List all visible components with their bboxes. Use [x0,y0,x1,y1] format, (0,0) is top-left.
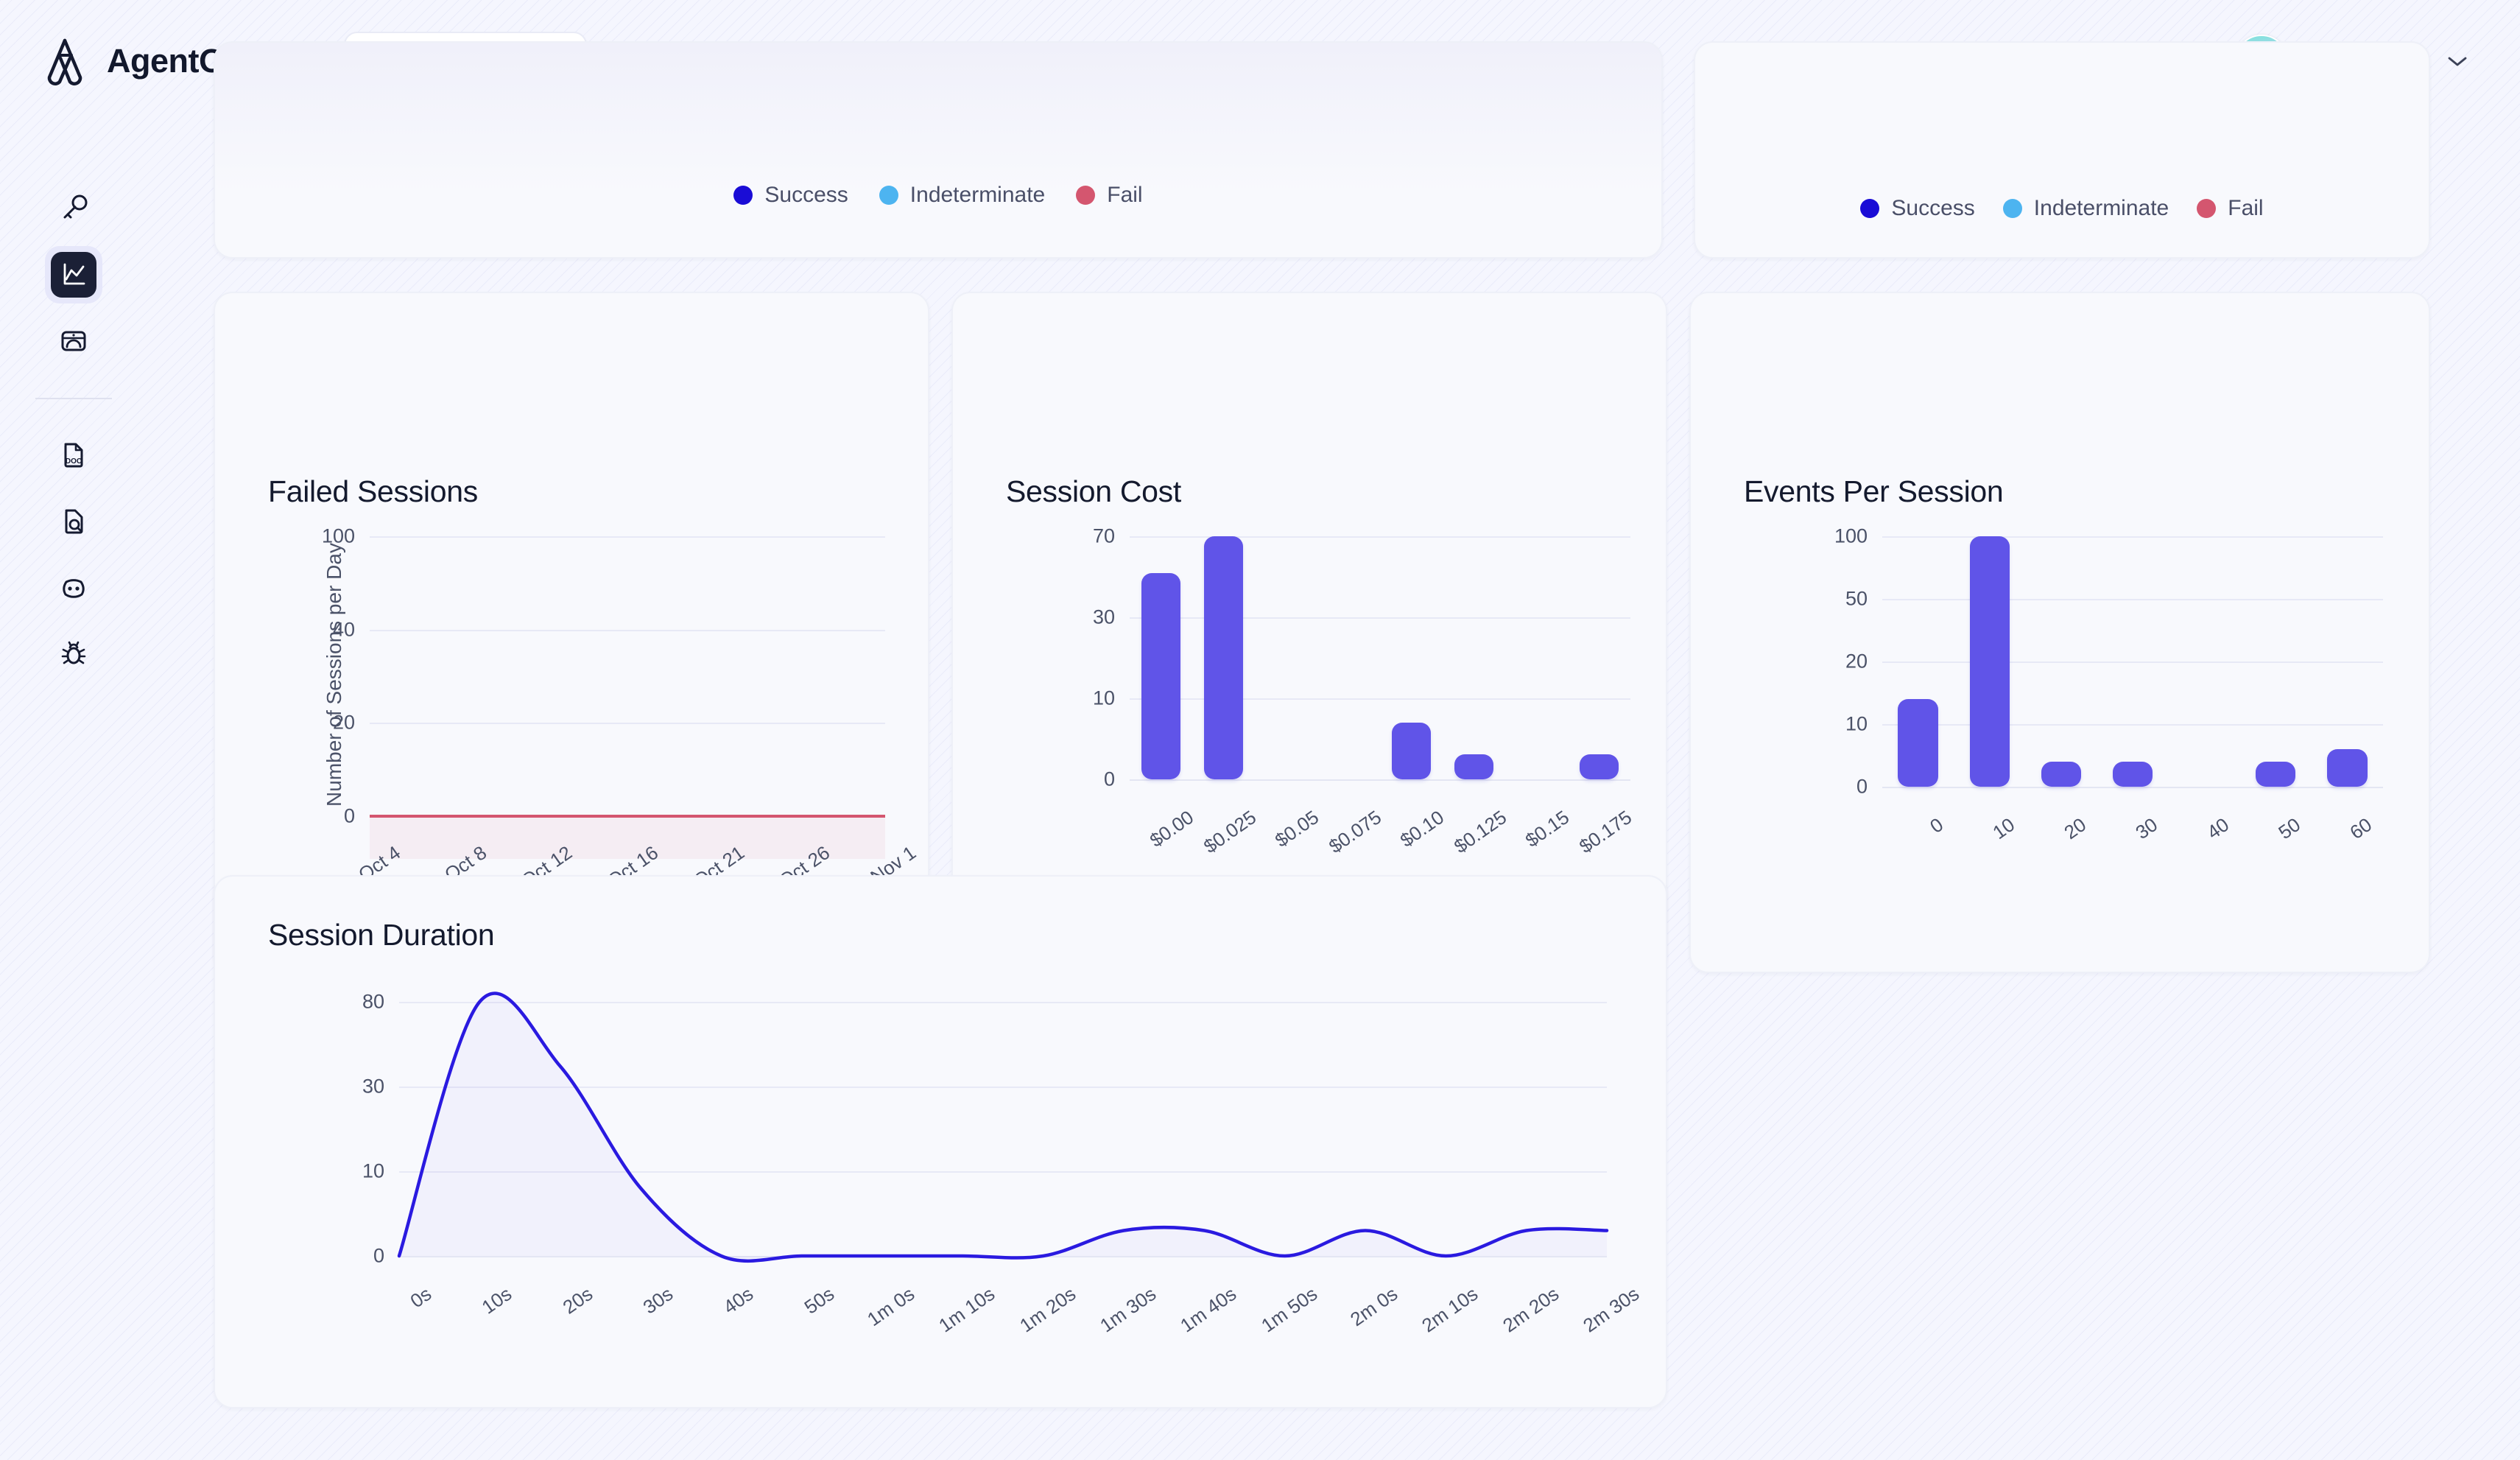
legend-item[interactable]: Indeterminate [879,183,1045,208]
legend-label: Fail [2228,196,2264,220]
gridline [1882,724,2383,726]
legend-dot-indeterminate [2002,199,2022,218]
line-chart-icon [51,252,96,298]
x-axis-line [1882,787,2383,788]
legend-label: Indeterminate [909,183,1046,207]
key-icon [57,192,90,225]
y-tick-label: 30 [362,1075,384,1098]
bar[interactable] [1392,723,1431,779]
card-title: Events Per Session [1744,474,2004,508]
bar[interactable] [1969,536,2010,787]
y-tick-label: 100 [1834,524,1868,547]
gridline [1130,536,1630,538]
doc-search-icon [57,505,90,537]
bug-icon [57,637,90,670]
agentops-logo-icon [41,36,91,86]
y-tick-label: 0 [1103,768,1115,790]
card-title: Session Cost [1006,474,1181,508]
y-axis-title: Number of Sessions per Day [323,543,345,807]
bar[interactable] [2327,749,2368,787]
bar[interactable] [1141,572,1180,779]
legend-item[interactable]: Fail [1076,183,1143,208]
session-drawer-icon [57,325,90,357]
x-axis-line [1130,779,1630,781]
card-title: Failed Sessions [268,474,478,508]
failed-sessions-card: Failed Sessions 100 40 20 0 Number of Sessio… [214,292,929,973]
y-tick-label: 10 [362,1159,384,1182]
y-tick-label: 0 [1856,775,1868,798]
sidebar-item-sessions[interactable] [45,312,102,370]
bar[interactable] [2112,762,2153,787]
svg-text:DOC: DOC [66,457,82,466]
y-tick-label: 20 [1845,650,1868,673]
legend-item[interactable]: Success [1860,196,1975,221]
sidebar-item-doc-search[interactable] [45,492,102,550]
legend-label: Success [1891,196,1975,220]
y-tick-label: 0 [373,1244,384,1267]
sidebar-item-api-keys[interactable] [45,180,102,237]
discord-icon [57,571,90,603]
sidebar-item-docs[interactable]: DOC [45,426,102,483]
sidebar-divider [35,398,112,399]
legend-dot-success [1860,199,1880,218]
legend-label: Fail [1107,183,1143,207]
chart-legend: Success Indeterminate Fail [1695,196,2429,221]
legend-label: Indeterminate [2033,196,2169,220]
gridline [1882,599,2383,600]
card-title: Session Duration [268,918,495,952]
y-tick-label: 10 [1845,712,1868,735]
legend-dot-fail [2197,199,2217,218]
legend-item[interactable]: Indeterminate [2002,196,2169,221]
legend-dot-success [733,186,753,205]
chevron-down-icon [2446,55,2468,68]
y-tick-label: 10 [1092,687,1115,709]
failed-sessions-line [370,815,885,859]
bar[interactable] [1204,536,1243,779]
session-duration-card: Session Duration 80 30 10 0 0s 10s 20s 30s 40s 50… [214,875,1667,1408]
bar[interactable] [1454,754,1493,779]
sidebar-item-discord[interactable] [45,558,102,616]
legend-item[interactable]: Fail [2197,196,2264,221]
legend-dot-fail [1076,186,1096,205]
gridline [1882,661,2383,663]
session-duration-line [397,992,1609,1263]
bar[interactable] [2041,762,2082,787]
session-status-card: Success Indeterminate Fail [1694,41,2430,259]
legend-label: Success [764,183,848,207]
y-tick-label: 30 [1092,606,1115,628]
sessions-over-time-card: Success Indeterminate Fail [214,41,1663,259]
legend-item[interactable]: Success [733,183,848,208]
y-tick-label: 50 [1845,587,1868,610]
legend-dot-indeterminate [879,186,898,205]
y-tick-label: 70 [1092,524,1115,547]
doc-icon: DOC [57,438,90,471]
bar[interactable] [2256,762,2296,787]
sidebar: DOC [0,122,147,1460]
bar[interactable] [1898,699,1938,787]
bar[interactable] [1580,754,1619,779]
session-cost-card: Session Cost 70 30 10 0 $0.00 $0.025 $0.05 $0.0… [951,292,1667,973]
gridline [1882,536,2383,538]
sidebar-item-overview[interactable] [45,246,102,303]
y-tick-label: 80 [362,990,384,1013]
dashboard-main: Success Indeterminate Fail Success Indet… [147,41,2520,1460]
chart-legend: Success Indeterminate Fail [215,183,1661,208]
events-per-session-card: Events Per Session 100 50 20 10 0 0 10 20 30 40 50… [1689,292,2430,973]
sidebar-item-report-bug[interactable] [45,625,102,682]
